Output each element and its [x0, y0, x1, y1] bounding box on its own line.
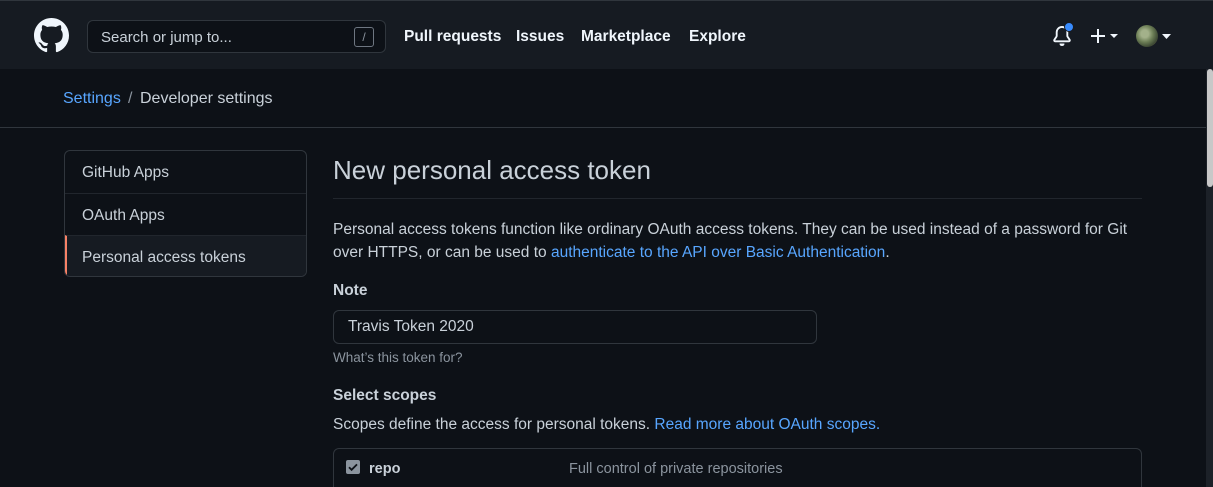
sidebar-item-personal-access-tokens[interactable]: Personal access tokens — [65, 235, 306, 276]
scopes-list: repo Full control of private repositorie… — [333, 448, 1142, 487]
note-hint: What’s this token for? — [333, 350, 463, 365]
title-divider — [333, 198, 1142, 199]
nav-issues[interactable]: Issues — [516, 28, 564, 46]
search-placeholder: Search or jump to... — [101, 29, 232, 46]
breadcrumb-separator: / — [128, 90, 133, 107]
search-shortcut-key: / — [354, 27, 374, 47]
create-new-dropdown-icon[interactable] — [1089, 26, 1121, 46]
nav-pull-requests[interactable]: Pull requests — [404, 28, 501, 46]
chevron-down-icon — [1162, 34, 1171, 39]
repo-scope-checkbox[interactable] — [346, 460, 360, 474]
sidebar-item-label: Personal access tokens — [82, 249, 246, 266]
github-logo-icon[interactable] — [34, 18, 69, 53]
scope-name: repo — [369, 461, 401, 477]
note-label: Note — [333, 282, 368, 299]
top-header: Search or jump to... / Pull requests Iss… — [0, 0, 1213, 69]
breadcrumb-current: Developer settings — [140, 90, 273, 107]
oauth-scopes-link[interactable]: Read more about OAuth scopes. — [654, 416, 880, 433]
sidebar-item-label: OAuth Apps — [82, 207, 165, 224]
page-title: New personal access token — [333, 155, 651, 185]
notification-indicator — [1064, 22, 1074, 32]
description-end: . — [885, 244, 890, 261]
user-menu[interactable] — [1136, 25, 1172, 47]
page-description: Personal access tokens function like ord… — [333, 218, 1143, 264]
sidebar-item-oauth-apps[interactable]: OAuth Apps — [65, 193, 306, 235]
note-field[interactable] — [333, 310, 817, 344]
developer-settings-menu: GitHub Apps OAuth Apps Personal access t… — [64, 150, 307, 277]
checkmark-icon — [348, 463, 358, 472]
scrollbar-thumb[interactable] — [1207, 69, 1213, 187]
select-scopes-heading: Select scopes — [333, 387, 437, 404]
basic-auth-link[interactable]: authenticate to the API over Basic Authe… — [551, 244, 885, 261]
scopes-text: Scopes define the access for personal to… — [333, 416, 655, 433]
sidebar-item-label: GitHub Apps — [82, 164, 170, 181]
scope-description: Full control of private repositories — [569, 461, 783, 477]
sidebar-item-github-apps[interactable]: GitHub Apps — [65, 151, 306, 193]
avatar — [1136, 25, 1158, 47]
breadcrumb: Settings / Developer settings — [0, 69, 1206, 128]
nav-marketplace[interactable]: Marketplace — [581, 28, 671, 46]
nav-explore[interactable]: Explore — [689, 28, 746, 46]
scopes-description: Scopes define the access for personal to… — [333, 416, 880, 434]
search-input[interactable]: Search or jump to... / — [87, 20, 386, 53]
breadcrumb-settings-link[interactable]: Settings — [63, 90, 121, 108]
